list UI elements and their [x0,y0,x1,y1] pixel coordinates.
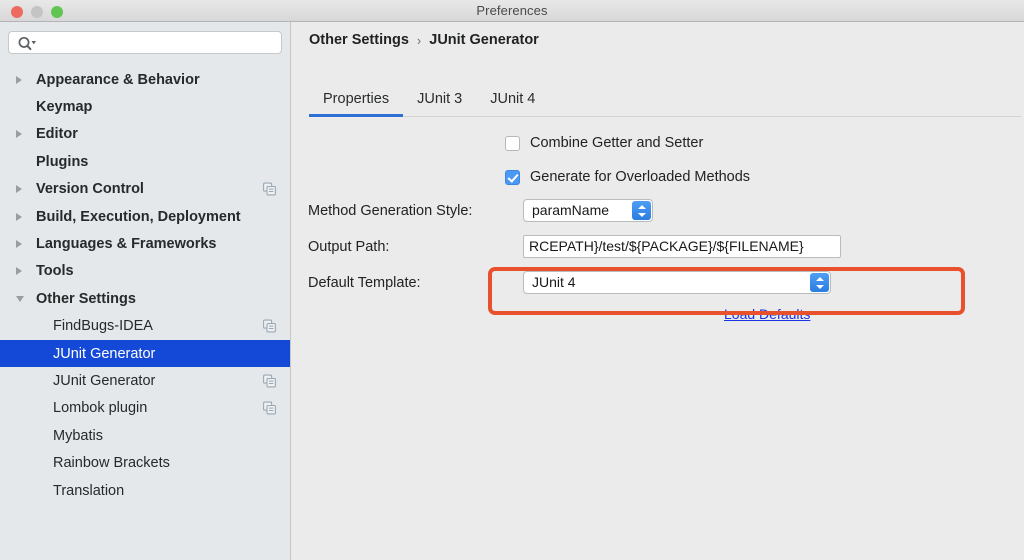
sidebar-item-keymap[interactable]: Keymap [0,93,290,120]
checkbox-row-combine-getter-setter[interactable]: Combine Getter and Setter [505,135,703,151]
search-box[interactable] [8,31,282,54]
sidebar-item-label: Rainbow Brackets [53,455,170,472]
sidebar-item-label: JUnit Generator [53,372,156,389]
stepper-arrows-icon[interactable] [632,201,651,220]
checkbox-row-generate-overloaded[interactable]: Generate for Overloaded Methods [505,169,750,185]
copy-icon[interactable] [263,319,276,333]
chevron-down-icon[interactable] [16,295,24,302]
sidebar-item-tools[interactable]: Tools [0,258,290,285]
title-bar: Preferences [0,0,1024,22]
chevron-right-icon[interactable] [16,130,22,139]
copy-icon[interactable] [263,401,276,415]
sidebar-item-other-settings[interactable]: Other Settings [0,285,290,312]
generate-overloaded-methods-checkbox[interactable] [505,169,520,185]
tab-label: JUnit 4 [490,91,536,107]
default-template-combobox[interactable]: JUnit 4 [523,271,831,294]
tab-label: JUnit 3 [417,91,463,107]
chevron-right-icon: › [416,32,422,48]
window-title: Preferences [476,3,548,18]
output-path-row: Output Path: RCEPATH}/test/${PACKAGE}/${… [308,234,1008,260]
sidebar-item-build-execution-deployment[interactable]: Build, Execution, Deployment [0,203,290,230]
sidebar-item-label: Other Settings [36,290,136,307]
output-path-input[interactable]: RCEPATH}/test/${PACKAGE}/${FILENAME} [523,235,841,258]
chevron-right-icon[interactable] [16,185,22,194]
sidebar-item-translation[interactable]: Translation [0,477,290,504]
sidebar-item-label: JUnit Generator [53,345,156,362]
chevron-right-icon[interactable] [16,75,22,84]
sidebar-item-label: Plugins [36,153,89,170]
tab-junit-4[interactable]: JUnit 4 [476,86,549,117]
sidebar-item-label: FindBugs-IDEA [53,318,153,335]
tab-junit-3[interactable]: JUnit 3 [403,86,476,117]
settings-sidebar: Appearance & Behavior Keymap Editor Plugins… [0,22,291,560]
sidebar-item-mybatis[interactable]: Mybatis [0,422,290,449]
sidebar-item-label: Build, Execution, Deployment [36,208,241,225]
chevron-right-icon[interactable] [16,212,22,221]
default-template-label: Default Template: [308,275,421,291]
tab-properties[interactable]: Properties [309,86,404,117]
method-generation-style-combobox[interactable]: paramName [523,199,653,222]
sidebar-item-plugins[interactable]: Plugins [0,148,290,175]
sidebar-item-junit-generator[interactable]: JUnit Generator [0,339,290,368]
load-defaults-link[interactable]: Load Defaults [724,306,810,322]
generate-overloaded-methods-label: Generate for Overloaded Methods [530,169,751,185]
chevron-right-icon[interactable] [16,240,22,249]
sidebar-item-label: Tools [36,263,74,280]
sidebar-item-label: Keymap [36,99,93,116]
sidebar-item-label: Editor [36,126,78,143]
default-template-row: Default Template: JUnit 4 [308,270,1008,296]
sidebar-item-appearance-behavior[interactable]: Appearance & Behavior [0,66,290,93]
breadcrumb-current: JUnit Generator [429,32,539,48]
tab-bar: Properties JUnit 3 JUnit 4 [309,86,1021,117]
stepper-arrows-icon[interactable] [810,273,829,292]
method-generation-style-value: paramName [532,202,610,218]
sidebar-item-label: Lombok plugin [53,400,148,417]
breadcrumb: Other Settings › JUnit Generator [309,32,539,48]
settings-tree: Appearance & Behavior Keymap Editor Plugins… [0,66,290,560]
method-generation-style-row: Method Generation Style: paramName [308,198,1008,224]
sidebar-item-label: Version Control [36,181,144,198]
copy-icon[interactable] [263,374,276,388]
combine-getter-setter-label: Combine Getter and Setter [530,135,704,151]
sidebar-item-findbugs-idea[interactable]: FindBugs-IDEA [0,313,290,340]
sidebar-item-label: Appearance & Behavior [36,71,200,88]
search-input[interactable] [41,32,279,53]
chevron-right-icon[interactable] [16,267,22,276]
sidebar-item-version-control[interactable]: Version Control [0,176,290,203]
sidebar-item-label: Translation [53,482,125,499]
tab-label: Properties [323,91,390,107]
output-path-value: RCEPATH}/test/${PACKAGE}/${FILENAME} [529,238,804,254]
settings-content-pane: Other Settings › JUnit Generator Propert… [292,22,1024,560]
sidebar-item-rainbow-brackets[interactable]: Rainbow Brackets [0,449,290,476]
sidebar-item-languages-frameworks[interactable]: Languages & Frameworks [0,230,290,257]
combine-getter-setter-checkbox[interactable] [505,135,520,151]
sidebar-item-junit-generator[interactable]: JUnit Generator [0,367,290,394]
default-template-value: JUnit 4 [532,274,576,290]
method-generation-style-label: Method Generation Style: [308,203,473,219]
preferences-window: Preferences Appearance & Behavior Keymap E… [0,0,1024,560]
sidebar-item-editor[interactable]: Editor [0,121,290,148]
breadcrumb-root[interactable]: Other Settings [309,32,409,48]
sidebar-item-lombok-plugin[interactable]: Lombok plugin [0,395,290,422]
sidebar-item-label: Languages & Frameworks [36,236,217,253]
output-path-label: Output Path: [308,239,390,255]
copy-icon[interactable] [263,182,276,196]
search-icon [18,36,36,51]
sidebar-item-label: Mybatis [53,427,103,444]
